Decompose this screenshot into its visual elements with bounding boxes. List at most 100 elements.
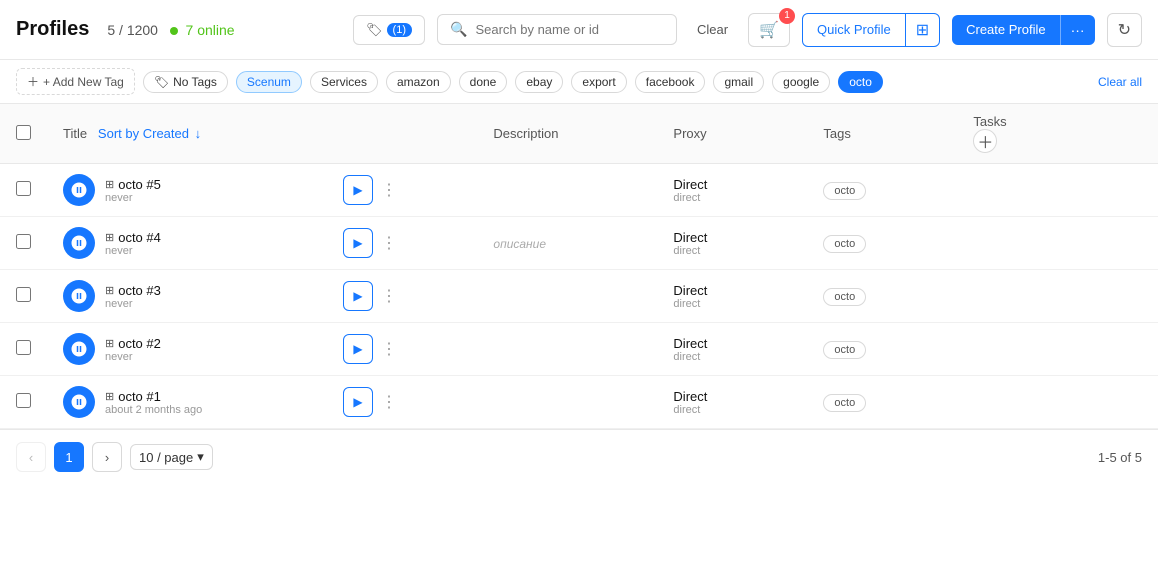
tag-done[interactable]: done [459, 71, 508, 93]
table-row: ⊞ octo #2 never ▶ ⋮ Direct direct octo [0, 323, 1158, 376]
row-tag[interactable]: octo [823, 182, 866, 200]
row-tag[interactable]: octo [823, 394, 866, 412]
table-row: ⊞ octo #4 never ▶ ⋮ описание Direct dire… [0, 217, 1158, 270]
page-size-selector[interactable]: 10 / page ▾ [130, 444, 213, 470]
row-description-cell [477, 323, 657, 376]
actions-header [327, 104, 477, 164]
windows-icon: ⊞ [105, 284, 114, 297]
profile-info: ⊞ octo #3 never [105, 283, 161, 310]
row-description-cell [477, 270, 657, 323]
next-page-button[interactable]: › [92, 442, 122, 472]
row-checkbox-3[interactable] [16, 287, 31, 302]
tag-badge: (1) [387, 23, 412, 37]
tags-header: Tags [807, 104, 957, 164]
more-button-5[interactable]: ⋮ [377, 178, 401, 202]
tag-ebay[interactable]: ebay [515, 71, 563, 93]
row-checkbox-1[interactable] [16, 393, 31, 408]
refresh-button[interactable]: ↻ [1107, 13, 1142, 47]
row-tags-cell: octo [807, 164, 957, 217]
tag-export[interactable]: export [571, 71, 626, 93]
tag-filter-button[interactable]: 🏷 (1) [353, 15, 425, 45]
search-icon: 🔍 [450, 21, 467, 38]
create-profile-more-icon[interactable]: ··· [1060, 15, 1095, 45]
more-button-1[interactable]: ⋮ [377, 390, 401, 414]
page-1-button[interactable]: 1 [54, 442, 84, 472]
tag-facebook[interactable]: facebook [635, 71, 706, 93]
play-button-1[interactable]: ▶ [343, 387, 373, 417]
row-title-cell: ⊞ octo #3 never [47, 270, 327, 323]
row-checkbox-2[interactable] [16, 340, 31, 355]
proxy-type: direct [673, 404, 791, 416]
tag-services[interactable]: Services [310, 71, 378, 93]
description-header: Description [477, 104, 657, 164]
play-button-2[interactable]: ▶ [343, 334, 373, 364]
row-tag[interactable]: octo [823, 341, 866, 359]
more-button-4[interactable]: ⋮ [377, 231, 401, 255]
more-button-3[interactable]: ⋮ [377, 284, 401, 308]
add-task-button[interactable]: ＋ [973, 129, 997, 153]
row-tag[interactable]: octo [823, 288, 866, 306]
profile-info: ⊞ octo #4 never [105, 230, 161, 257]
row-checkbox-cell [0, 164, 47, 217]
row-tasks-cell [957, 270, 1158, 323]
create-profile-label: Create Profile [952, 15, 1059, 44]
add-new-tag-button[interactable]: ＋ + Add New Tag [16, 68, 135, 95]
row-title-cell: ⊞ octo #1 about 2 months ago [47, 376, 327, 429]
play-button-4[interactable]: ▶ [343, 228, 373, 258]
row-tasks-cell [957, 376, 1158, 429]
tag-scenum[interactable]: Scenum [236, 71, 302, 93]
row-actions-cell: ▶ ⋮ [327, 270, 477, 323]
title-header: Title Sort by Created ↓ [47, 104, 327, 164]
row-checkbox-4[interactable] [16, 234, 31, 249]
no-tags-filter[interactable]: 🏷 No Tags [143, 71, 228, 93]
proxy-name: Direct [673, 230, 791, 245]
search-input[interactable] [475, 22, 664, 37]
sort-label[interactable]: Sort by Created ↓ [98, 126, 201, 141]
clear-button[interactable]: Clear [689, 16, 736, 43]
quick-profile-button[interactable]: Quick Profile ⊞ [802, 13, 940, 47]
no-tags-icon: 🏷 [154, 75, 169, 89]
proxy-type: direct [673, 245, 791, 257]
play-button-5[interactable]: ▶ [343, 175, 373, 205]
avatar [63, 174, 95, 206]
row-tag[interactable]: octo [823, 235, 866, 253]
row-proxy-cell: Direct direct [657, 323, 807, 376]
tag-gmail[interactable]: gmail [713, 71, 764, 93]
row-title-cell: ⊞ octo #5 never [47, 164, 327, 217]
row-description-cell [477, 164, 657, 217]
table-header: Title Sort by Created ↓ Description Prox… [0, 104, 1158, 164]
profile-info: ⊞ octo #5 never [105, 177, 161, 204]
row-title-cell: ⊞ octo #2 never [47, 323, 327, 376]
row-proxy-cell: Direct direct [657, 217, 807, 270]
row-checkbox-cell [0, 323, 47, 376]
tag-google[interactable]: google [772, 71, 830, 93]
select-all-checkbox[interactable] [16, 125, 31, 140]
more-button-2[interactable]: ⋮ [377, 337, 401, 361]
row-tags-cell: octo [807, 376, 957, 429]
row-tags-cell: octo [807, 270, 957, 323]
search-box: 🔍 [437, 14, 677, 45]
page-title: Profiles [16, 18, 89, 41]
proxy-type: direct [673, 298, 791, 310]
select-all-header [0, 104, 47, 164]
windows-icon: ⊞ [105, 231, 114, 244]
row-actions-cell: ▶ ⋮ [327, 217, 477, 270]
prev-page-button[interactable]: ‹ [16, 442, 46, 472]
create-profile-button[interactable]: Create Profile ··· [952, 15, 1094, 45]
clear-all-button[interactable]: Clear all [1098, 75, 1142, 89]
windows-icon: ⊞ [105, 337, 114, 350]
profile-time: about 2 months ago [105, 404, 202, 416]
row-checkbox-cell [0, 270, 47, 323]
play-button-3[interactable]: ▶ [343, 281, 373, 311]
row-title-cell: ⊞ octo #4 never [47, 217, 327, 270]
cart-button[interactable]: 🛒 1 [748, 13, 790, 47]
windows-icon: ⊞ [105, 390, 114, 403]
proxy-name: Direct [673, 177, 791, 192]
row-proxy-cell: Direct direct [657, 270, 807, 323]
quick-profile-label: Quick Profile [803, 16, 905, 43]
row-checkbox-5[interactable] [16, 181, 31, 196]
avatar [63, 333, 95, 365]
tag-octo[interactable]: octo [838, 71, 883, 93]
tag-amazon[interactable]: amazon [386, 71, 451, 93]
profile-name: ⊞ octo #2 [105, 336, 161, 351]
